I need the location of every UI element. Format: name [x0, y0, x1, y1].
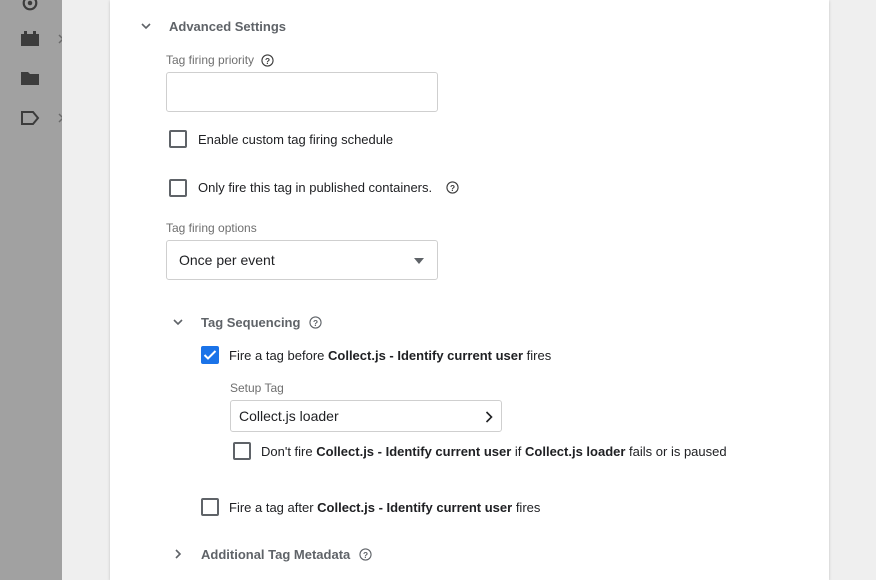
- firing-options-value: Once per event: [179, 252, 275, 268]
- tag-sequencing-title[interactable]: Tag Sequencing: [201, 315, 300, 330]
- tag-icon[interactable]: [20, 109, 40, 127]
- dont-fire-checkbox[interactable]: [233, 442, 251, 460]
- setup-tag-name: Collect.js loader: [525, 444, 626, 459]
- firing-options-select[interactable]: Once per event: [166, 240, 438, 280]
- fire-before-checkbox[interactable]: [201, 346, 219, 364]
- dont-fire-label: Don't fire Collect.js - Identify current…: [261, 444, 727, 459]
- tag-settings-panel: Advanced Settings Tag firing priority ? …: [110, 0, 829, 580]
- published-only-checkbox[interactable]: [169, 179, 187, 197]
- help-icon[interactable]: ?: [446, 181, 459, 194]
- chevron-down-icon[interactable]: [172, 316, 184, 328]
- help-icon[interactable]: ?: [309, 316, 323, 329]
- chevron-right-icon[interactable]: [172, 548, 184, 560]
- setup-tag-selector[interactable]: Collect.js loader: [230, 400, 502, 432]
- firing-options-label: Tag firing options: [166, 221, 257, 235]
- puzzle-icon[interactable]: [20, 30, 40, 48]
- tag-name: Collect.js - Identify current user: [317, 500, 513, 515]
- folder-icon[interactable]: [20, 69, 40, 87]
- help-icon[interactable]: ?: [359, 548, 372, 561]
- nav-rail: [0, 0, 64, 580]
- svg-text:?: ?: [313, 318, 318, 328]
- checkmark-icon: [203, 350, 217, 360]
- priority-input[interactable]: [166, 72, 438, 112]
- custom-schedule-label: Enable custom tag firing schedule: [198, 132, 394, 147]
- help-icon[interactable]: ?: [261, 53, 274, 67]
- fire-after-label: Fire a tag after Collect.js - Identify c…: [229, 500, 541, 515]
- target-icon[interactable]: [20, 0, 40, 12]
- custom-schedule-checkbox[interactable]: [169, 130, 187, 148]
- fire-before-label: Fire a tag before Collect.js - Identify …: [229, 348, 552, 363]
- svg-text:?: ?: [265, 55, 270, 65]
- chevron-right-icon: [485, 411, 493, 423]
- fire-after-checkbox[interactable]: [201, 498, 219, 516]
- tag-name: Collect.js - Identify current user: [328, 348, 524, 363]
- additional-metadata-title[interactable]: Additional Tag Metadata: [201, 547, 350, 562]
- dropdown-arrow-icon: [414, 258, 424, 264]
- svg-text:?: ?: [450, 183, 455, 193]
- setup-tag-value: Collect.js loader: [239, 408, 339, 424]
- setup-tag-label: Setup Tag: [230, 381, 284, 395]
- published-only-label: Only fire this tag in published containe…: [198, 180, 433, 195]
- svg-text:?: ?: [363, 550, 368, 560]
- priority-label: Tag firing priority: [166, 53, 255, 67]
- chevron-down-icon[interactable]: [140, 20, 152, 32]
- advanced-settings-title[interactable]: Advanced Settings: [169, 19, 286, 34]
- tag-name: Collect.js - Identify current user: [316, 444, 512, 459]
